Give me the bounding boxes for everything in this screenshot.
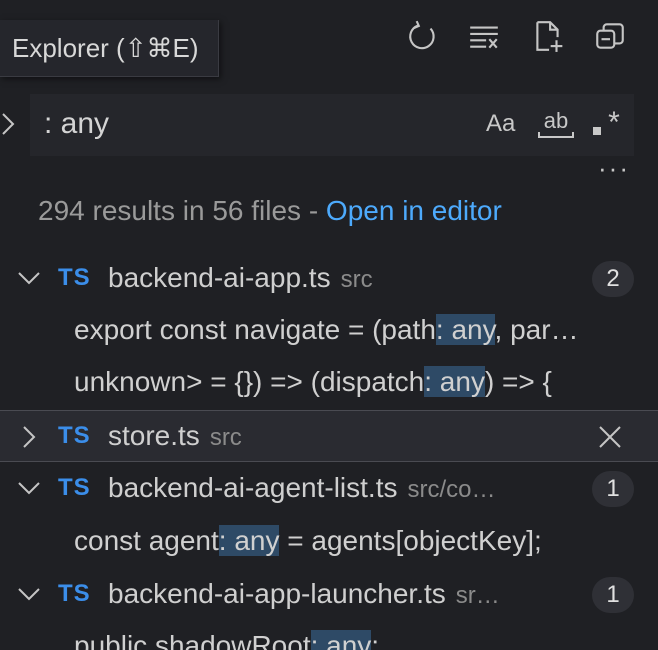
match-text: export const navigate = (path: any, par…: [74, 314, 579, 346]
file-name: store.ts src: [108, 420, 242, 452]
file-row[interactable]: TS backend-ai-app-launcher.ts sr… 1: [0, 568, 658, 620]
match-highlight: : any: [424, 366, 485, 397]
typescript-file-icon: TS: [58, 422, 91, 449]
match-row[interactable]: const agent: any = agents[objectKey];: [0, 515, 658, 567]
match-before: public shadowRoot: [74, 630, 311, 650]
results-count-text: 294 results in 56 files -: [38, 195, 326, 226]
regex-toggle[interactable]: *: [590, 106, 626, 142]
match-count-badge: 1: [592, 471, 634, 507]
search-row: : any Aa ab *: [0, 94, 658, 156]
match-highlight: : any: [310, 630, 372, 650]
file-name: backend-ai-app-launcher.ts sr…: [108, 578, 500, 610]
file-row[interactable]: TS backend-ai-app.ts src 2: [0, 252, 658, 304]
search-box: : any Aa ab *: [30, 94, 634, 156]
match-count-badge: 2: [592, 261, 634, 297]
more-options-button[interactable]: ···: [594, 155, 634, 186]
chevron-right-icon[interactable]: [16, 423, 42, 451]
match-before: export const navigate = (path: [74, 314, 436, 345]
file-dir: src: [209, 424, 242, 451]
typescript-file-icon: TS: [58, 264, 91, 291]
dismiss-close-icon[interactable]: [596, 423, 624, 451]
regex-label: *: [608, 106, 620, 139]
file-dir: src/co…: [407, 476, 496, 503]
search-view: Explorer (⇧⌘E) : any Aa ab * ··· 294 res…: [0, 0, 658, 650]
open-in-editor-link[interactable]: Open in editor: [326, 195, 502, 226]
match-row[interactable]: unknown> = {}) => (dispatch: any) => {: [0, 356, 658, 408]
match-text: const agent: any = agents[objectKey];: [74, 525, 542, 557]
typescript-file-icon: TS: [58, 580, 91, 607]
match-highlight: : any: [218, 525, 280, 556]
file-name-text: backend-ai-agent-list.ts: [108, 472, 398, 503]
match-after: = agents[objectKey];: [279, 525, 542, 556]
whole-word-label: ab: [544, 108, 568, 133]
file-dir: src: [340, 266, 373, 293]
regex-icon: *: [593, 106, 620, 139]
match-before: unknown> = {}) => (dispatch: [74, 366, 425, 397]
match-text: public shadowRoot: any;: [74, 630, 379, 650]
match-count-badge: 1: [592, 577, 634, 613]
match-after: ;: [371, 630, 380, 650]
match-after: , par…: [494, 314, 579, 345]
file-dir: sr…: [455, 582, 500, 609]
typescript-file-icon: TS: [58, 474, 91, 501]
collapse-all-icon[interactable]: [590, 16, 630, 56]
match-text: unknown> = {}) => (dispatch: any) => {: [74, 366, 552, 398]
tooltip-label: Explorer (⇧⌘E): [12, 32, 199, 63]
match-highlight: : any: [435, 314, 495, 345]
clear-results-icon[interactable]: [464, 16, 504, 56]
search-input[interactable]: : any: [44, 102, 464, 146]
results-summary: 294 results in 56 files - Open in editor: [38, 192, 502, 230]
explorer-tooltip: Explorer (⇧⌘E): [0, 20, 220, 77]
file-name-text: store.ts: [108, 420, 200, 451]
whole-word-icon: ab: [538, 108, 574, 138]
file-name: backend-ai-agent-list.ts src/co…: [108, 472, 496, 504]
match-row[interactable]: public shadowRoot: any;: [0, 620, 658, 650]
file-row[interactable]: TS backend-ai-agent-list.ts src/co… 1: [0, 462, 658, 514]
file-row-selected[interactable]: TS store.ts src: [0, 410, 658, 462]
refresh-icon[interactable]: [402, 16, 442, 56]
match-case-label: Aa: [486, 110, 516, 137]
file-name-text: backend-ai-app-launcher.ts: [108, 578, 446, 609]
new-search-editor-icon[interactable]: [528, 16, 568, 56]
match-before: const agent: [74, 525, 219, 556]
chevron-down-icon[interactable]: [16, 474, 42, 502]
chevron-down-icon[interactable]: [16, 264, 42, 292]
file-name: backend-ai-app.ts src: [108, 262, 373, 294]
file-name-text: backend-ai-app.ts: [108, 262, 331, 293]
chevron-down-icon[interactable]: [16, 580, 42, 608]
whole-word-toggle[interactable]: ab: [536, 106, 576, 142]
toggle-replace-chevron-icon[interactable]: [0, 106, 22, 142]
match-after: ) => {: [484, 366, 552, 397]
match-case-toggle[interactable]: Aa: [486, 106, 515, 142]
match-row[interactable]: export const navigate = (path: any, par…: [0, 304, 658, 356]
